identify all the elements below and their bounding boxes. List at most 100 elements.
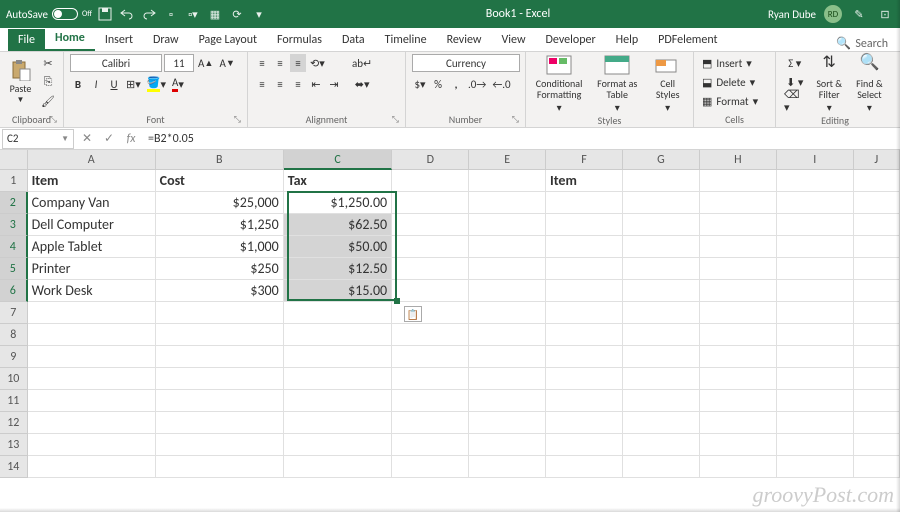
decrease-indent-button[interactable]: ⇤ — [308, 75, 324, 93]
cell-B5[interactable]: $250 — [156, 258, 284, 280]
col-header-G[interactable]: G — [623, 150, 700, 170]
cut-button[interactable]: ✂ — [39, 54, 57, 72]
font-size-select[interactable]: 11 — [164, 54, 194, 72]
cell-C3[interactable]: $62.50 — [284, 214, 392, 236]
ribbon-display-icon[interactable]: ⊡ — [876, 5, 894, 23]
row-header-7[interactable]: 7 — [0, 302, 28, 324]
format-as-table-button[interactable]: Format as Table▾ — [590, 54, 644, 113]
cell-F13[interactable] — [546, 434, 623, 456]
cell-A3[interactable]: Dell Computer — [28, 214, 156, 236]
cell-I1[interactable] — [777, 170, 854, 192]
cell-D9[interactable] — [392, 346, 469, 368]
cell-F12[interactable] — [546, 412, 623, 434]
col-header-J[interactable]: J — [854, 150, 900, 170]
tab-home[interactable]: Home — [45, 27, 95, 51]
format-painter-button[interactable]: 🖌 — [39, 92, 57, 110]
tab-page-layout[interactable]: Page Layout — [189, 29, 267, 51]
qat-btn-3[interactable]: ▦ — [206, 5, 224, 23]
cell-E8[interactable] — [469, 324, 546, 346]
cell-C2[interactable]: $1,250.00 — [284, 192, 392, 214]
orientation-button[interactable]: ⟲▾ — [308, 54, 327, 72]
cell-A4[interactable]: Apple Tablet — [28, 236, 156, 258]
cell-I13[interactable] — [777, 434, 854, 456]
row-header-2[interactable]: 2 — [0, 192, 28, 214]
undo-icon[interactable] — [118, 5, 136, 23]
paste-button[interactable]: Paste ▼ — [6, 54, 35, 110]
col-header-I[interactable]: I — [777, 150, 854, 170]
cell-F11[interactable] — [546, 390, 623, 412]
tab-file[interactable]: File — [8, 29, 45, 51]
cell-F4[interactable] — [546, 236, 623, 258]
cell-C1[interactable]: Tax — [284, 170, 392, 192]
cell-H1[interactable] — [700, 170, 777, 192]
cell-D2[interactable] — [392, 192, 469, 214]
row-header-4[interactable]: 4 — [0, 236, 28, 258]
name-box[interactable]: C2▼ — [2, 129, 74, 149]
delete-cells-button[interactable]: ⬓Delete ▾ — [700, 73, 757, 91]
cell-I7[interactable] — [777, 302, 854, 324]
format-cells-button[interactable]: ▦Format ▾ — [700, 92, 760, 110]
cell-B14[interactable] — [156, 456, 284, 478]
cell-D8[interactable] — [392, 324, 469, 346]
cell-H9[interactable] — [700, 346, 777, 368]
cell-C12[interactable] — [284, 412, 392, 434]
tab-pdfelement[interactable]: PDFelement — [648, 29, 727, 51]
align-left-button[interactable]: ≡ — [254, 75, 270, 93]
cell-D6[interactable] — [392, 280, 469, 302]
cell-A5[interactable]: Printer — [28, 258, 156, 280]
cell-styles-button[interactable]: Cell Styles▾ — [648, 54, 687, 113]
tab-insert[interactable]: Insert — [95, 29, 143, 51]
row-header-3[interactable]: 3 — [0, 214, 28, 236]
col-header-A[interactable]: A — [28, 150, 156, 170]
fill-color-button[interactable]: 🪣▾ — [145, 75, 168, 93]
cell-J12[interactable] — [854, 412, 900, 434]
cell-J3[interactable] — [854, 214, 900, 236]
increase-decimal-button[interactable]: .0→ — [466, 75, 488, 93]
cell-B8[interactable] — [156, 324, 284, 346]
cell-D3[interactable] — [392, 214, 469, 236]
number-format-select[interactable]: Currency — [412, 54, 520, 72]
cell-C4[interactable]: $50.00 — [284, 236, 392, 258]
increase-font-button[interactable]: A▲ — [196, 54, 215, 72]
dialog-launcher-icon[interactable]: ⤡ — [512, 114, 519, 125]
row-header-9[interactable]: 9 — [0, 346, 28, 368]
cell-G9[interactable] — [623, 346, 700, 368]
search-box[interactable]: 🔍 Search — [836, 36, 900, 51]
cell-B9[interactable] — [156, 346, 284, 368]
cell-G6[interactable] — [623, 280, 700, 302]
cell-F6[interactable] — [546, 280, 623, 302]
cell-H8[interactable] — [700, 324, 777, 346]
cell-J1[interactable] — [854, 170, 900, 192]
cell-A1[interactable]: Item — [28, 170, 156, 192]
percent-format-button[interactable]: % — [430, 75, 446, 93]
cell-A13[interactable] — [28, 434, 156, 456]
row-header-14[interactable]: 14 — [0, 456, 28, 478]
tab-view[interactable]: View — [491, 29, 535, 51]
col-header-H[interactable]: H — [700, 150, 777, 170]
cell-B3[interactable]: $1,250 — [156, 214, 284, 236]
cell-A12[interactable] — [28, 412, 156, 434]
dialog-launcher-icon[interactable]: ⤡ — [234, 114, 241, 125]
row-header-11[interactable]: 11 — [0, 390, 28, 412]
font-name-select[interactable]: Calibri — [70, 54, 162, 72]
cell-J10[interactable] — [854, 368, 900, 390]
tab-data[interactable]: Data — [332, 29, 375, 51]
cell-F10[interactable] — [546, 368, 623, 390]
cell-G10[interactable] — [623, 368, 700, 390]
cell-A10[interactable] — [28, 368, 156, 390]
find-select-button[interactable]: 🔍 Find & Select▾ — [851, 54, 888, 113]
cell-J4[interactable] — [854, 236, 900, 258]
cell-F3[interactable] — [546, 214, 623, 236]
row-header-8[interactable]: 8 — [0, 324, 28, 346]
paste-options-button[interactable]: 📋 — [404, 306, 422, 322]
col-header-B[interactable]: B — [156, 150, 284, 170]
cell-J6[interactable] — [854, 280, 900, 302]
cell-G11[interactable] — [623, 390, 700, 412]
cell-F9[interactable] — [546, 346, 623, 368]
dialog-launcher-icon[interactable]: ⤡ — [50, 114, 57, 125]
align-right-button[interactable]: ≡ — [290, 75, 306, 93]
cell-G12[interactable] — [623, 412, 700, 434]
cell-E2[interactable] — [469, 192, 546, 214]
tab-help[interactable]: Help — [606, 29, 649, 51]
cell-F1[interactable]: Item — [546, 170, 623, 192]
